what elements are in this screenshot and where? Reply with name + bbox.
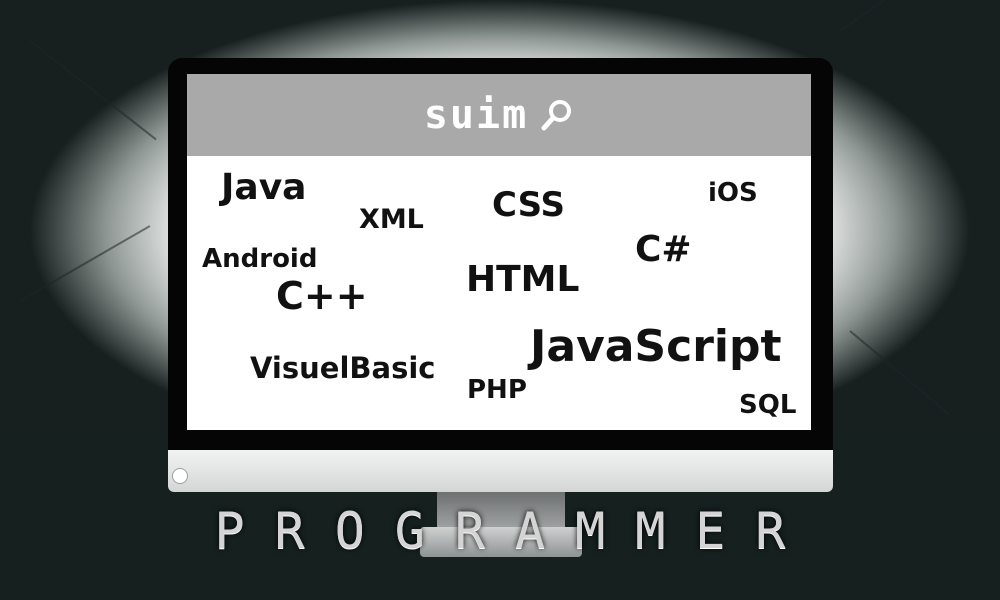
- decor-streak: [29, 40, 157, 141]
- keyword-visuelbasic: VisuelBasic: [250, 351, 436, 385]
- keyword-cpp: C++: [276, 274, 368, 318]
- search-bar[interactable]: suim: [187, 74, 811, 156]
- keyword-android: Android: [202, 244, 318, 274]
- search-icon[interactable]: [540, 98, 574, 132]
- search-term: suim: [423, 92, 529, 138]
- keyword-css: CSS: [492, 185, 566, 225]
- keyword-xml: XML: [359, 204, 424, 235]
- footer-title: PROGRAMMER: [214, 502, 816, 560]
- monitor-chin: [168, 450, 833, 492]
- decor-streak: [839, 0, 964, 32]
- power-button[interactable]: [172, 468, 188, 484]
- keyword-csharp: C#: [635, 229, 692, 270]
- monitor: suim Java XML CSS iOS C# Android C++ HTM…: [168, 58, 833, 492]
- keyword-javascript: JavaScript: [530, 321, 782, 372]
- keyword-ios: iOS: [708, 178, 758, 208]
- keyword-sql: SQL: [739, 390, 797, 420]
- keyword-java: Java: [221, 167, 307, 208]
- monitor-screen: suim Java XML CSS iOS C# Android C++ HTM…: [187, 74, 811, 430]
- keyword-html: HTML: [466, 259, 580, 300]
- decor-streak: [19, 225, 151, 302]
- decor-streak: [849, 330, 951, 416]
- keyword-php: PHP: [467, 375, 527, 405]
